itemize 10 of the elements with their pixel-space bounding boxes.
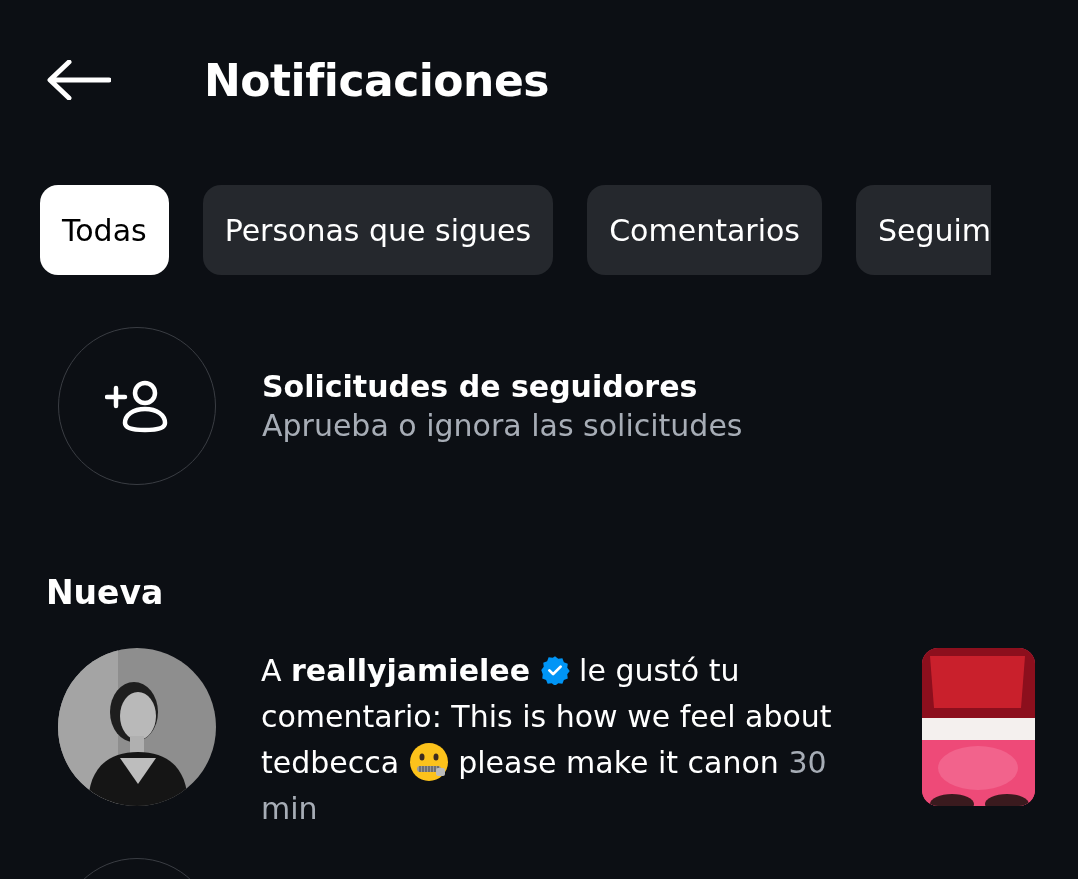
- filter-tab[interactable]: Todas: [40, 185, 169, 275]
- section-heading: Nueva: [46, 573, 165, 612]
- page-title: Notificaciones: [204, 54, 549, 106]
- request-subtitle: Aprueba o ignora las solicitudes: [262, 408, 743, 443]
- username-link[interactable]: reallyjamielee: [291, 653, 530, 688]
- filter-tab[interactable]: Comentarios: [587, 185, 822, 275]
- notification-text: A reallyjamielee le gustó tu comentario: This is how we feel about tedbecca please make it canon 30 min: [261, 652, 833, 828]
- filter-tab[interactable]: Seguim: [855, 185, 992, 275]
- filter-tab[interactable]: Personas que sigues: [202, 185, 554, 275]
- request-title: Solicitudes de seguidores: [262, 369, 699, 404]
